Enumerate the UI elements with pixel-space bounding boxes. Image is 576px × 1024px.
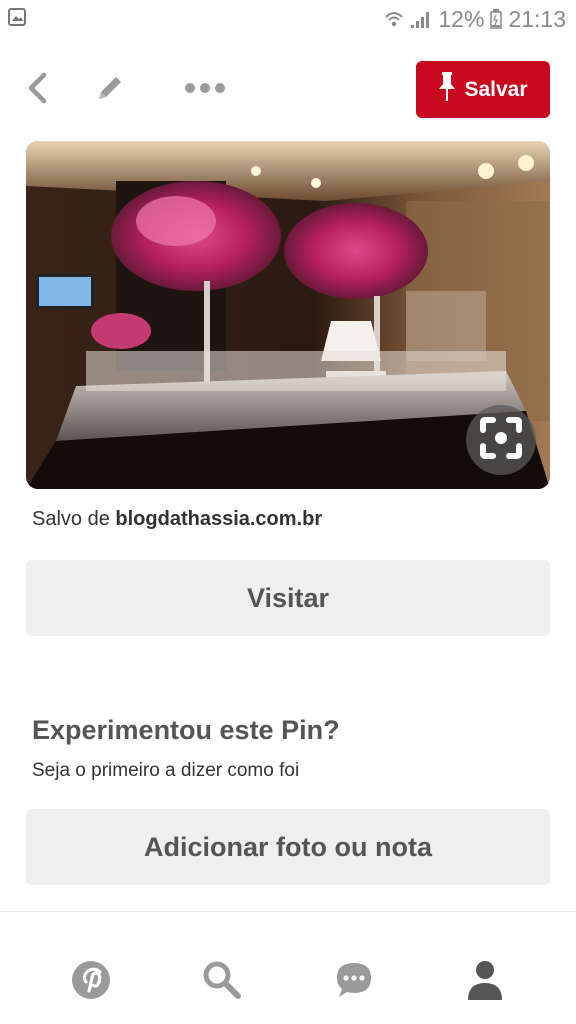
battery-icon [490,9,503,29]
edit-pencil-icon[interactable] [93,71,127,105]
add-photo-note-button[interactable]: Adicionar foto ou nota [26,809,550,885]
nav-profile[interactable] [463,960,507,1004]
search-icon [201,959,243,1006]
status-indicators: 12% 21:13 [384,4,566,34]
source-domain-link[interactable]: blogdathassia.com.br [115,508,322,530]
tried-section-title: Experimentou este Pin? [32,715,340,745]
status-bar: 12% 21:13 [0,0,576,38]
more-options-icon[interactable] [184,71,226,105]
gallery-notification-icon [8,8,26,26]
signal-icon [410,9,432,29]
chat-bubble-icon [334,960,374,1005]
visual-search-icon [479,416,523,465]
save-button[interactable]: Salvar [416,61,550,118]
wifi-icon [384,9,404,29]
battery-percent: 12% [438,5,485,32]
back-icon[interactable] [20,71,54,105]
clock: 21:13 [508,5,566,32]
pin-icon [438,71,456,109]
source-prefix: Salvo de [32,508,110,530]
nav-messages[interactable] [332,960,376,1004]
save-button-label: Salvar [464,77,528,101]
visit-button[interactable]: Visitar [26,560,550,636]
nav-home[interactable] [69,960,113,1004]
pin-source: Salvo de blogdathassia.com.br [32,508,322,531]
profile-person-icon [465,959,505,1006]
pinterest-logo-icon [71,960,111,1005]
visual-search-button[interactable] [466,405,536,475]
pin-toolbar: Salvar [0,58,576,122]
nav-search[interactable] [200,960,244,1004]
tried-section-subtitle: Seja o primeiro a dizer como foi [32,760,300,781]
bottom-nav [0,912,576,1024]
